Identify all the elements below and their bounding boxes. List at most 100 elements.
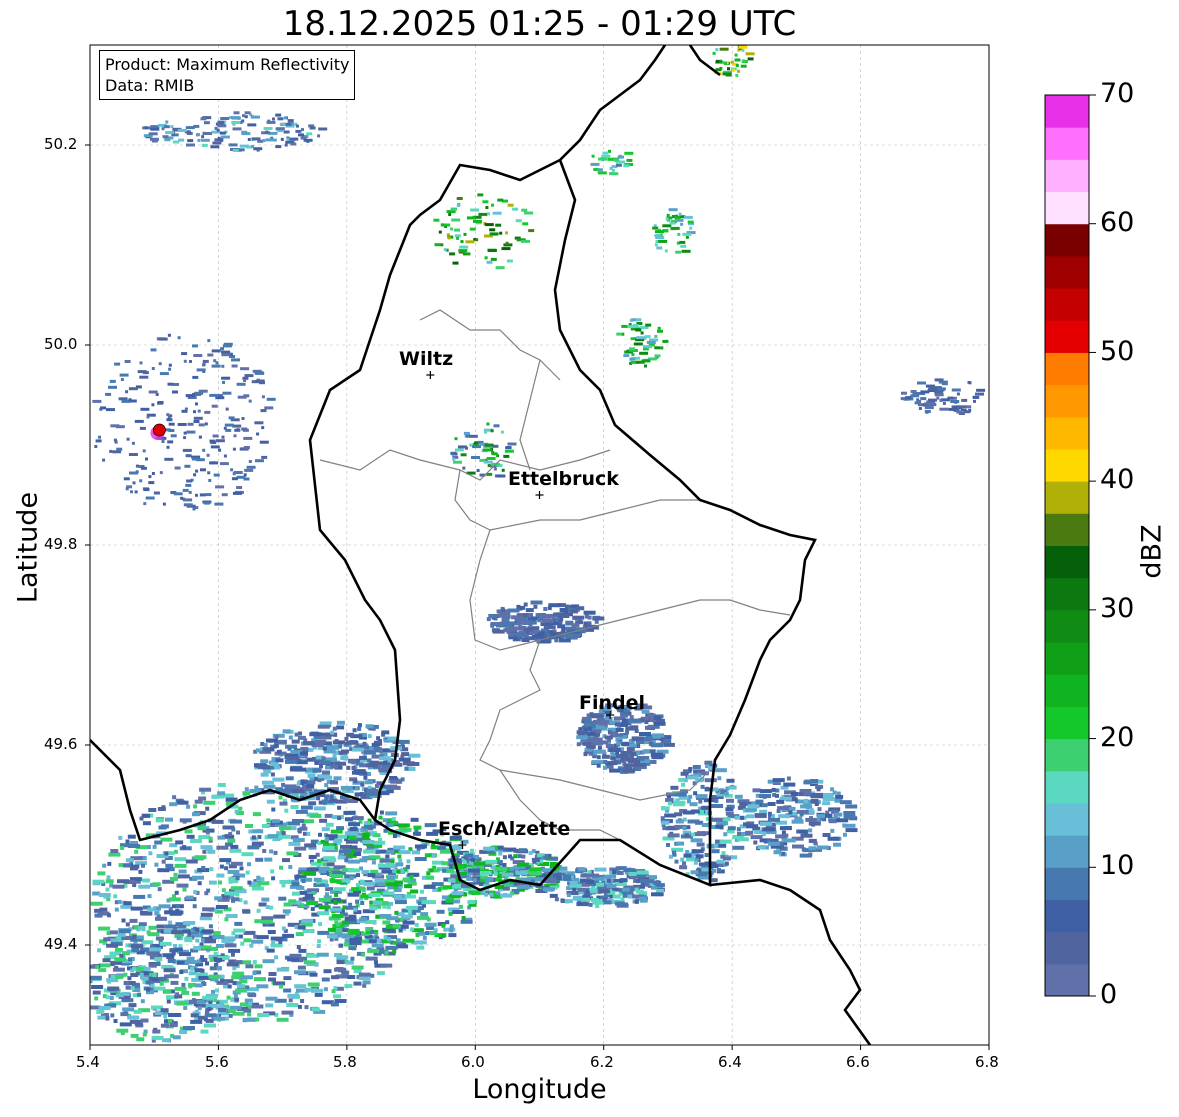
- echo-pixel: [158, 825, 167, 830]
- echo-pixel: [218, 1008, 226, 1012]
- echo-pixel: [548, 603, 561, 608]
- echo-pixel: [166, 445, 170, 449]
- echo-pixel: [757, 845, 766, 849]
- y-tick-label: 50.2: [44, 135, 78, 153]
- echo-pixel: [398, 858, 403, 863]
- echo-pixel: [767, 802, 776, 806]
- echo-pixel: [140, 1018, 149, 1023]
- echo-pixel: [612, 894, 621, 899]
- echo-pixel: [232, 447, 236, 451]
- echo-pixel: [306, 784, 315, 788]
- echo-pixel: [352, 770, 364, 775]
- echo-pixel: [934, 390, 944, 394]
- echo-pixel: [205, 830, 210, 835]
- echo-pixel: [727, 826, 736, 831]
- echo-pixel: [168, 920, 173, 925]
- echo-pixel: [367, 873, 376, 878]
- echo-pixel: [640, 718, 645, 723]
- echo-pixel: [363, 775, 368, 780]
- echo-pixel: [163, 125, 170, 129]
- echo-pixel: [393, 845, 406, 850]
- echo-pixel: [451, 878, 456, 883]
- echo-pixel: [219, 1001, 224, 1006]
- echo-pixel: [778, 814, 791, 819]
- colorbar-segment: [1045, 255, 1089, 289]
- echo-pixel: [262, 765, 271, 770]
- echo-pixel: [205, 961, 209, 966]
- echo-pixel: [673, 800, 686, 805]
- echo-pixel: [398, 850, 411, 855]
- radar-site-marker: [153, 423, 166, 437]
- echo-pixel: [163, 928, 172, 933]
- echo-pixel: [297, 925, 306, 930]
- colorbar-tick: 10: [1100, 850, 1135, 881]
- echo-pixel: [513, 854, 518, 859]
- echo-pixel: [257, 764, 262, 769]
- echo-pixel: [281, 782, 286, 787]
- echo-pixel: [135, 967, 144, 972]
- echo-pixel: [233, 928, 246, 933]
- echo-pixel: [366, 886, 375, 891]
- echo-pixel: [720, 790, 725, 795]
- echo-pixel: [236, 382, 246, 386]
- echo-pixel: [186, 479, 193, 483]
- echo-pixel: [183, 1006, 188, 1010]
- echo-pixel: [352, 747, 365, 752]
- echo-pixel: [296, 945, 301, 949]
- echo-pixel: [467, 868, 480, 873]
- echo-pixel: [956, 410, 963, 414]
- echo-pixel: [202, 982, 207, 986]
- echo-pixel: [187, 139, 194, 143]
- colorbar-tick: 60: [1100, 207, 1135, 238]
- echo-pixel: [475, 238, 479, 242]
- echo-pixel: [695, 854, 704, 859]
- echo-pixel: [216, 966, 221, 971]
- echo-pixel: [468, 434, 478, 438]
- echo-pixel: [649, 875, 658, 880]
- echo-pixel: [375, 850, 380, 855]
- echo-pixel: [920, 390, 930, 394]
- echo-pixel: [936, 387, 946, 391]
- echo-pixel: [967, 381, 971, 384]
- echo-pixel: [376, 736, 381, 741]
- echo-pixel: [363, 824, 376, 829]
- echo-pixel: [140, 466, 147, 470]
- echo-pixel: [309, 732, 322, 737]
- echo-pixel: [385, 785, 390, 789]
- echo-pixel: [465, 853, 474, 858]
- echo-pixel: [626, 158, 633, 162]
- echo-pixel: [483, 846, 495, 851]
- echo-pixel: [142, 856, 147, 861]
- echo-pixel: [225, 428, 232, 432]
- echo-pixel: [131, 948, 140, 952]
- echo-pixel: [524, 211, 534, 215]
- echo-pixel: [363, 750, 376, 755]
- echo-pixel: [146, 930, 151, 935]
- echo-pixel: [596, 755, 601, 760]
- echo-pixel: [378, 768, 387, 773]
- echo-pixel: [670, 785, 679, 790]
- echo-pixel: [557, 614, 570, 618]
- echo-pixel: [392, 940, 397, 945]
- echo-pixel: [321, 756, 326, 761]
- echo-pixel: [303, 138, 313, 142]
- echo-pixel: [773, 850, 782, 855]
- echo-pixel: [410, 927, 415, 932]
- echo-pixel: [679, 240, 686, 244]
- echo-pixel: [667, 801, 672, 806]
- echo-pixel: [214, 896, 223, 901]
- echo-pixel: [288, 841, 301, 846]
- echo-pixel: [416, 945, 425, 950]
- radar-map-figure: [85, 44, 1096, 1050]
- echo-pixel: [719, 66, 723, 70]
- echo-pixel: [243, 1008, 252, 1013]
- echo-pixel: [462, 860, 467, 865]
- echo-pixel: [583, 752, 588, 757]
- echo-pixel: [222, 391, 232, 395]
- echo-pixel: [560, 899, 565, 903]
- echo-pixel: [604, 735, 613, 740]
- echo-pixel: [154, 840, 163, 845]
- echo-pixel: [677, 232, 681, 236]
- echo-pixel: [102, 458, 106, 462]
- echo-pixel: [306, 831, 311, 836]
